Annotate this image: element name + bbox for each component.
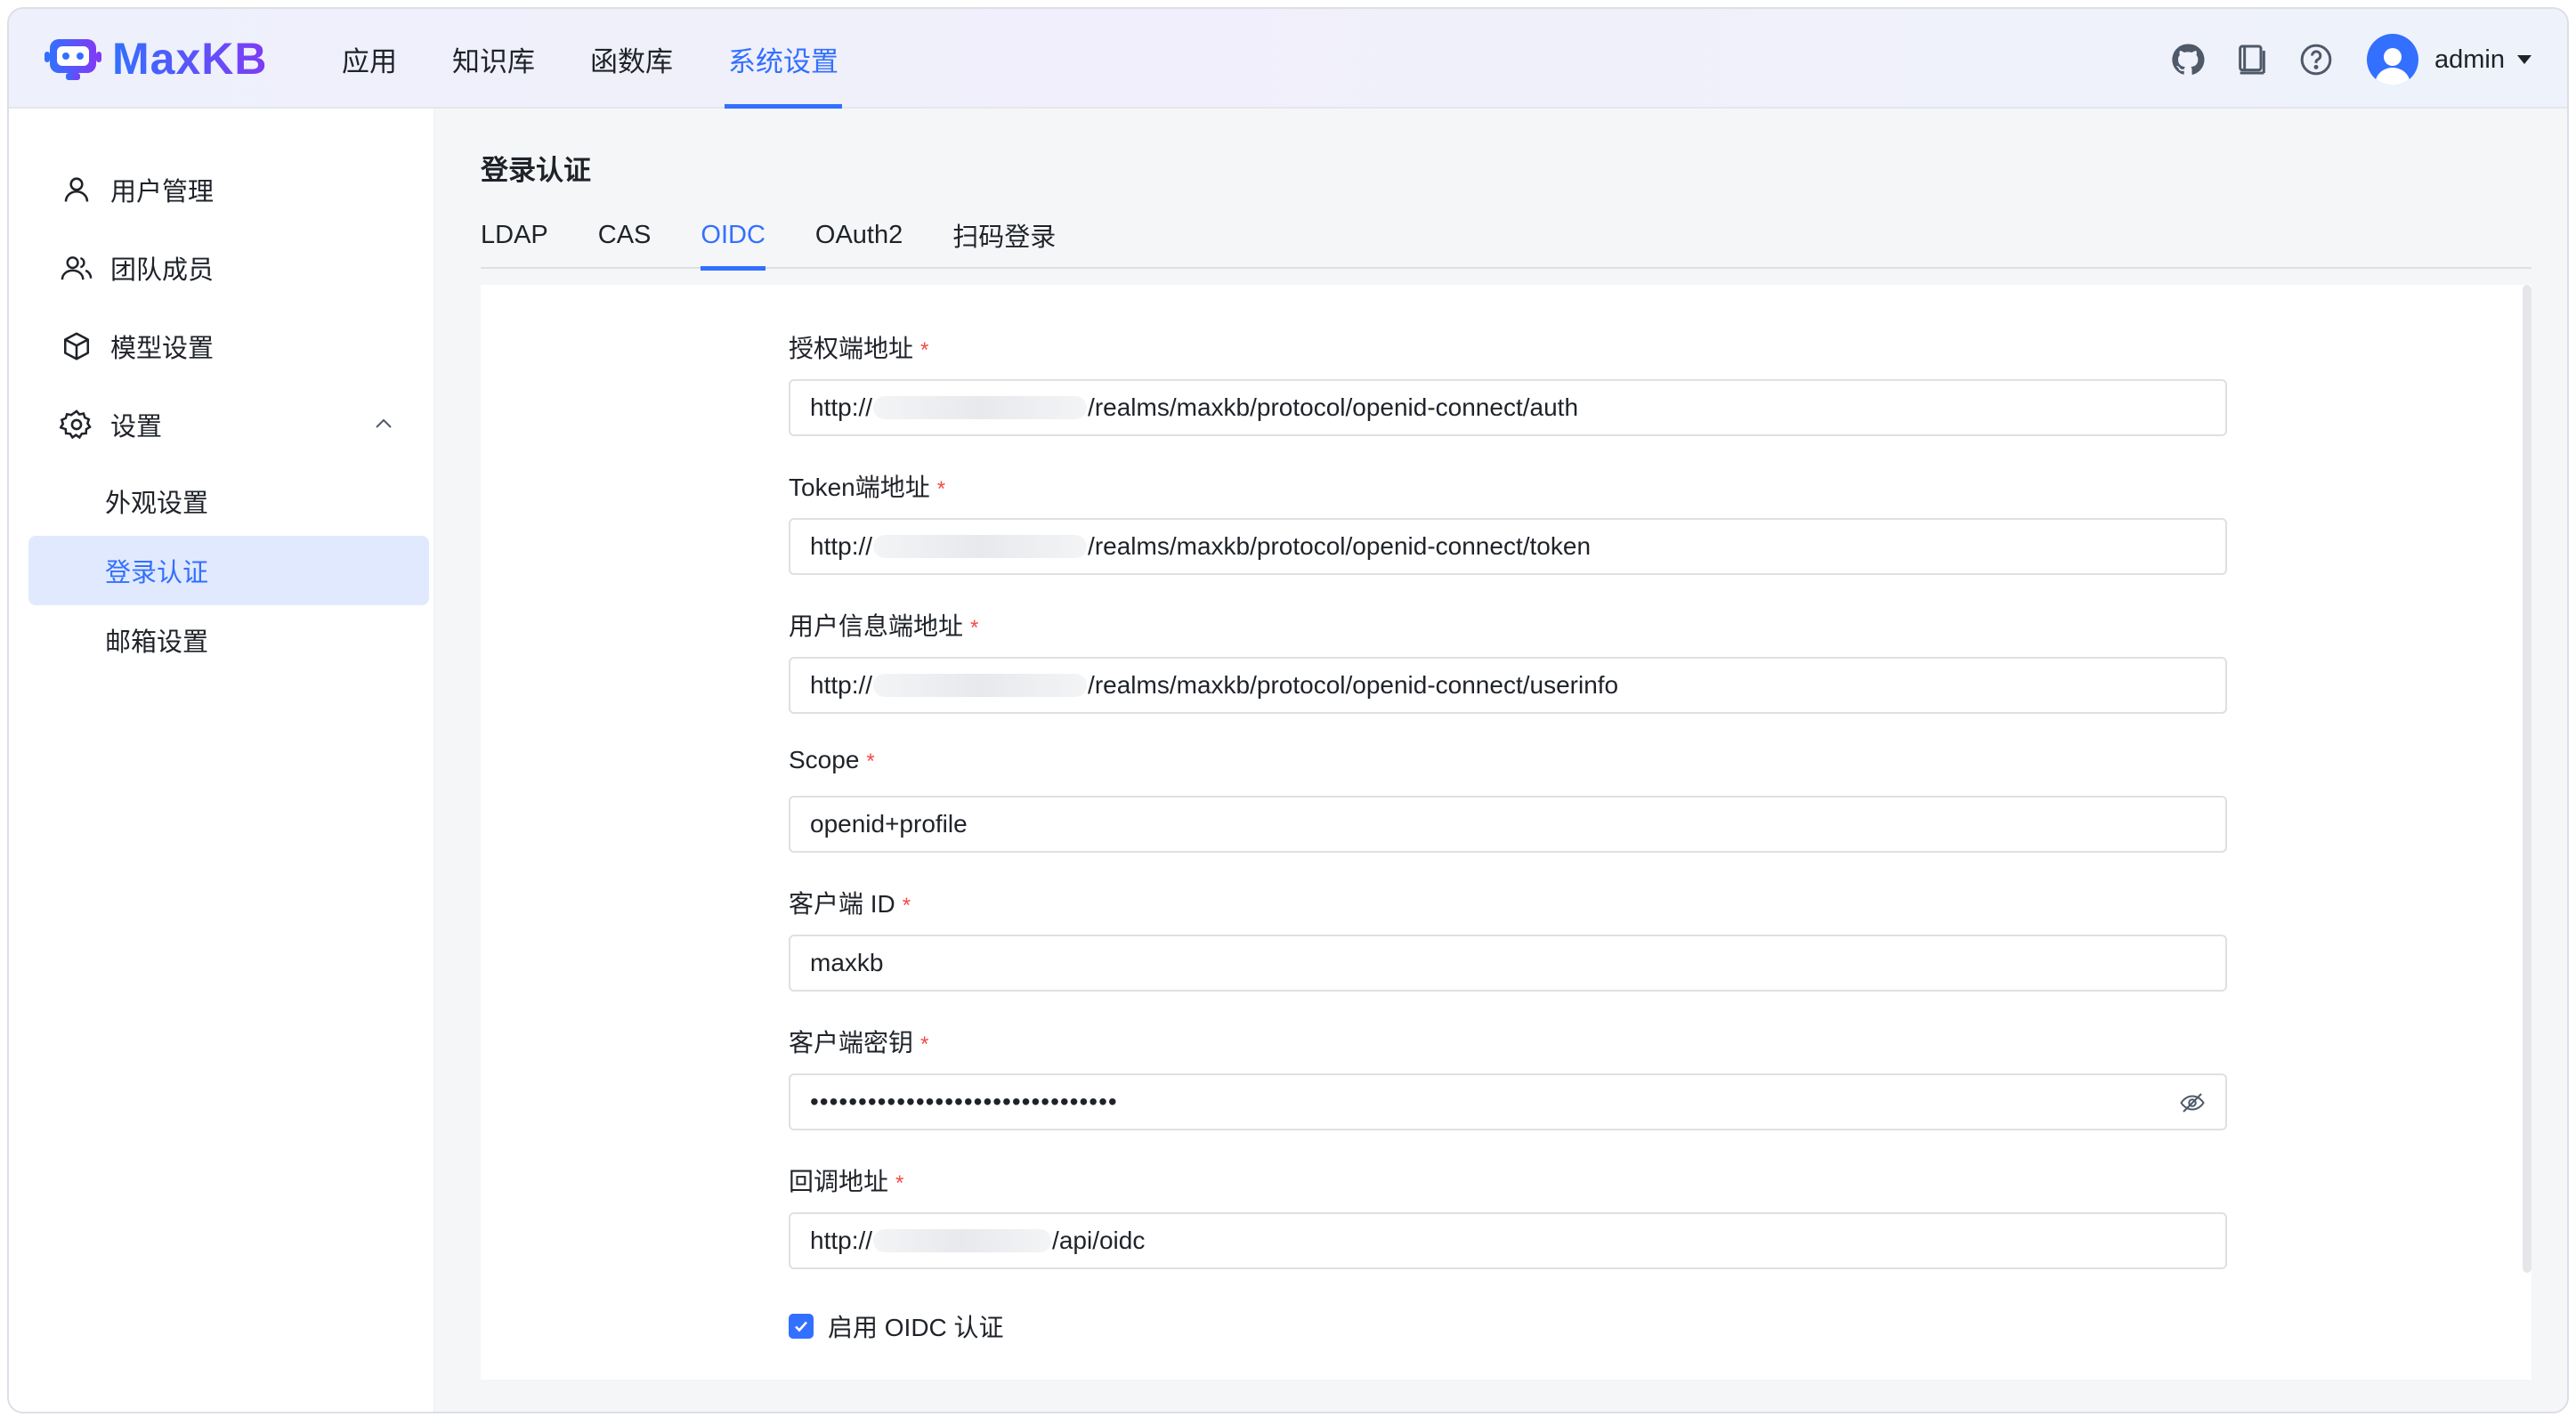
scope-input[interactable]: openid+profile xyxy=(789,796,2227,853)
scrollbar[interactable] xyxy=(2523,285,2531,1273)
tab-cas[interactable]: CAS xyxy=(598,201,652,269)
scope-label: Scope * xyxy=(789,746,875,773)
logo-text: MaxKB xyxy=(112,34,268,84)
sidebar-item-user-management[interactable]: 用户管理 xyxy=(28,155,429,224)
topnav-item-system-settings[interactable]: 系统设置 xyxy=(725,9,842,109)
sidebar-item-team-members[interactable]: 团队成员 xyxy=(28,233,429,303)
user-icon xyxy=(57,170,96,209)
auth-url-input[interactable]: http:// /realms/maxkb/protocol/openid-con… xyxy=(789,379,2227,436)
token-url-label: Token端地址 * xyxy=(789,474,946,501)
gear-icon xyxy=(57,405,96,444)
book-icon[interactable] xyxy=(2232,39,2272,80)
main-content: 登录认证 LDAP CAS OIDC OAuth2 扫码登录 授权端地址 * ht… xyxy=(434,109,2567,1412)
sidebar-item-appearance[interactable]: 外观设置 xyxy=(28,466,429,536)
sidebar-item-label: 设置 xyxy=(110,413,163,441)
client-secret-label: 客户端密钥 * xyxy=(789,1029,929,1057)
chevron-up-icon[interactable] xyxy=(374,417,393,431)
robot-logo-icon xyxy=(45,39,101,80)
github-icon[interactable] xyxy=(2167,39,2208,80)
sidebar-item-settings[interactable]: 设置 xyxy=(28,390,429,459)
sidebar: 用户管理 团队成员 模型设置 设置 外观设置 登录认证 邮箱设置 xyxy=(9,109,434,1412)
sidebar-item-label: 模型设置 xyxy=(110,335,215,363)
callback-url-label: 回调地址 * xyxy=(789,1168,904,1195)
url-suffix: /api/oidc xyxy=(1052,1227,1146,1254)
page-title: 登录认证 xyxy=(481,155,591,186)
sidebar-item-label: 团队成员 xyxy=(110,256,215,285)
url-prefix: http:// xyxy=(810,671,873,699)
url-suffix: /realms/maxkb/protocol/openid-connect/au… xyxy=(1088,393,1579,421)
url-suffix: /realms/maxkb/protocol/openid-connect/us… xyxy=(1088,671,1619,699)
url-prefix: http:// xyxy=(810,532,873,560)
auth-url-label: 授权端地址 * xyxy=(789,335,929,362)
help-icon[interactable] xyxy=(2296,39,2337,80)
client-id-label: 客户端 ID * xyxy=(789,890,911,918)
cube-icon xyxy=(57,327,96,366)
topnav-item-knowledge[interactable]: 知识库 xyxy=(449,9,539,109)
enable-oidc-checkbox[interactable] xyxy=(789,1314,814,1339)
auth-tabs: LDAP CAS OIDC OAuth2 扫码登录 xyxy=(481,201,2531,271)
url-prefix: http:// xyxy=(810,1227,873,1254)
token-url-input[interactable]: http:// /realms/maxkb/protocol/openid-con… xyxy=(789,518,2227,575)
tab-oidc[interactable]: OIDC xyxy=(701,201,766,271)
logo[interactable]: MaxKB xyxy=(45,34,267,84)
sidebar-item-login-auth[interactable]: 登录认证 xyxy=(28,536,429,605)
top-nav: 应用 知识库 函数库 系统设置 xyxy=(338,9,890,109)
redacted-host xyxy=(873,535,1088,558)
userinfo-url-label: 用户信息端地址 * xyxy=(789,612,979,640)
enable-oidc-row[interactable]: 启用 OIDC 认证 xyxy=(789,1308,1004,1344)
user-name[interactable]: admin xyxy=(2434,45,2505,75)
oidc-form-card: 授权端地址 * http:// /realms/maxkb/protocol/ope… xyxy=(481,285,2531,1380)
secret-value: •••••••••••••••••••••••••••••••• xyxy=(810,1088,1118,1115)
callback-url-input[interactable]: http:// /api/oidc xyxy=(789,1212,2227,1269)
tab-ldap[interactable]: LDAP xyxy=(481,201,548,269)
app-window: MaxKB 应用 知识库 函数库 系统设置 admin 用户管理 团队成员 模型… xyxy=(7,7,2569,1413)
user-avatar-icon xyxy=(2375,48,2410,85)
userinfo-url-input[interactable]: http:// /realms/maxkb/protocol/openid-con… xyxy=(789,657,2227,714)
top-header: MaxKB 应用 知识库 函数库 系统设置 admin xyxy=(9,9,2567,109)
tab-oauth2[interactable]: OAuth2 xyxy=(815,201,903,269)
tab-qrcode-login[interactable]: 扫码登录 xyxy=(952,201,1056,269)
topnav-item-functions[interactable]: 函数库 xyxy=(587,9,676,109)
redacted-host xyxy=(873,396,1088,419)
team-icon xyxy=(57,248,96,287)
enable-oidc-label: 启用 OIDC 认证 xyxy=(828,1314,1004,1341)
check-icon xyxy=(795,1321,807,1332)
topnav-item-apps[interactable]: 应用 xyxy=(338,9,401,109)
sidebar-item-model-settings[interactable]: 模型设置 xyxy=(28,312,429,381)
sidebar-item-email-settings[interactable]: 邮箱设置 xyxy=(28,605,429,675)
caret-down-icon[interactable] xyxy=(2517,55,2531,64)
eye-hidden-icon[interactable] xyxy=(2179,1089,2206,1116)
url-prefix: http:// xyxy=(810,393,873,421)
client-secret-input[interactable]: •••••••••••••••••••••••••••••••• xyxy=(789,1073,2227,1130)
sidebar-item-label: 用户管理 xyxy=(110,178,215,206)
url-suffix: /realms/maxkb/protocol/openid-connect/to… xyxy=(1088,532,1592,560)
avatar[interactable] xyxy=(2367,34,2418,85)
redacted-host xyxy=(873,1229,1052,1252)
redacted-host xyxy=(873,674,1088,697)
header-actions: admin xyxy=(2144,34,2531,85)
client-id-input[interactable]: maxkb xyxy=(789,935,2227,992)
